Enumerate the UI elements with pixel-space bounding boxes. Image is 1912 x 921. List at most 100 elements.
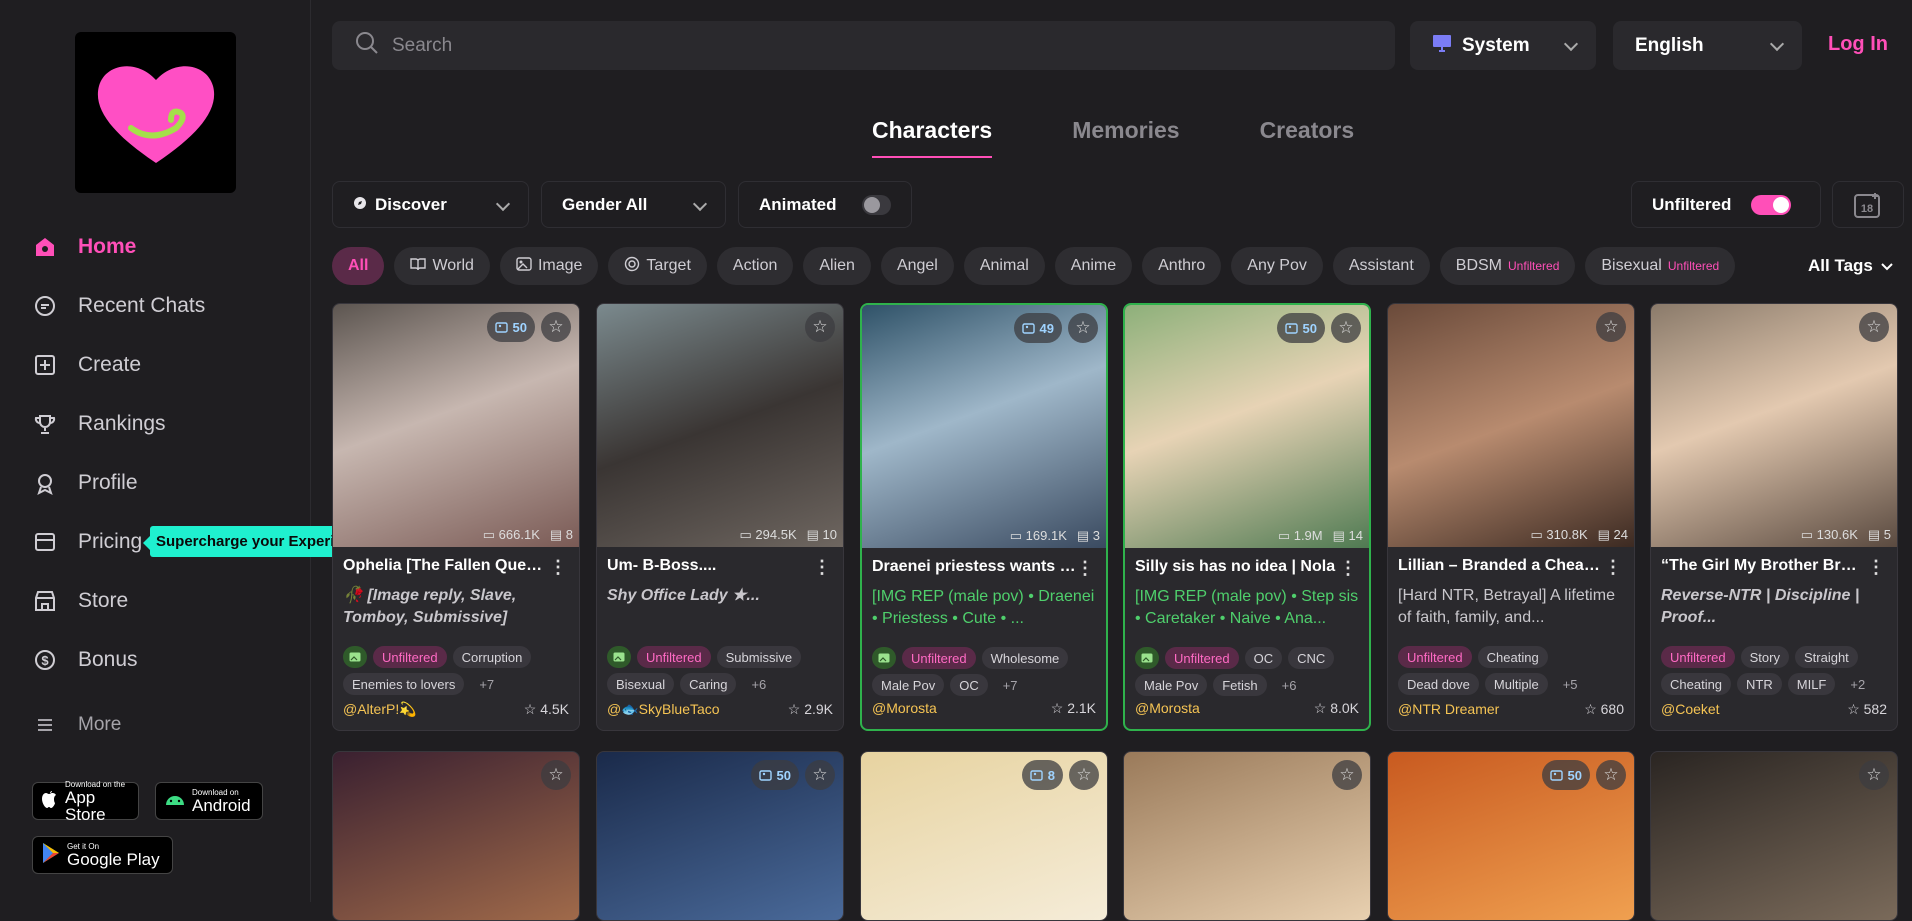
google-play-badge[interactable]: Get it On Google Play bbox=[32, 836, 173, 874]
chip-anime[interactable]: Anime bbox=[1054, 247, 1133, 285]
character-title[interactable]: “The Girl My Brother Brought Home” bbox=[1661, 557, 1866, 575]
nav-bonus[interactable]: $ Bonus bbox=[32, 647, 138, 673]
character-card[interactable]: ☆ bbox=[1650, 751, 1898, 921]
nav-rankings[interactable]: Rankings bbox=[32, 411, 166, 437]
tag-chip[interactable]: Male Pov bbox=[1135, 674, 1208, 696]
tag-chip[interactable]: MILF bbox=[1787, 673, 1836, 695]
more-options-icon[interactable]: ⋮ bbox=[1604, 557, 1622, 578]
character-card[interactable]: 50 ☆ ▭ 666.1K ▤ 8 Ophelia [The Fallen Qu… bbox=[332, 303, 580, 731]
character-title[interactable]: Ophelia [The Fallen Queen] bbox=[343, 557, 548, 575]
tag-chip[interactable]: +7 bbox=[994, 674, 1027, 696]
chip-anthro[interactable]: Anthro bbox=[1142, 247, 1222, 285]
creator-link[interactable]: @Morosta bbox=[1135, 700, 1200, 717]
tag-chip[interactable]: Dead dove bbox=[1398, 673, 1479, 695]
all-tags-button[interactable]: All Tags bbox=[1808, 256, 1893, 276]
tag-chip[interactable]: Male Pov bbox=[872, 674, 945, 696]
tag-chip[interactable]: NTR bbox=[1737, 673, 1782, 695]
favorite-star-icon[interactable]: ☆ bbox=[541, 312, 571, 342]
more-options-icon[interactable]: ⋮ bbox=[813, 557, 831, 578]
tag-chip[interactable]: Multiple bbox=[1484, 673, 1548, 695]
android-badge[interactable]: Download on Android bbox=[155, 782, 263, 820]
chip-assistant[interactable]: Assistant bbox=[1332, 247, 1430, 285]
tag-chip[interactable]: OC bbox=[950, 674, 988, 696]
character-image[interactable]: ☆ ▭ 294.5K ▤ 10 bbox=[597, 304, 843, 547]
chip-bisexual[interactable]: Bisexual Unfiltered bbox=[1585, 247, 1736, 285]
character-title[interactable]: Um- B-Boss.... bbox=[607, 557, 812, 575]
tag-chip[interactable]: +2 bbox=[1841, 673, 1874, 695]
favorite-star-icon[interactable]: ☆ bbox=[805, 760, 835, 790]
chip-all[interactable]: All bbox=[332, 247, 385, 285]
more-options-icon[interactable]: ⋮ bbox=[1867, 557, 1885, 578]
app-logo[interactable] bbox=[75, 32, 236, 193]
character-card[interactable]: 50 ☆ bbox=[1387, 751, 1635, 921]
gender-select[interactable]: Gender All bbox=[541, 181, 726, 228]
tag-chip[interactable]: Unfiltered bbox=[902, 647, 976, 669]
character-card[interactable]: 50 ☆ bbox=[596, 751, 844, 921]
nav-recent-chats[interactable]: Recent Chats bbox=[32, 293, 205, 319]
tag-chip[interactable]: CNC bbox=[1288, 647, 1335, 669]
tag-chip[interactable]: Unfiltered bbox=[373, 646, 447, 668]
nav-home[interactable]: Home bbox=[32, 234, 136, 260]
tab-creators[interactable]: Creators bbox=[1260, 117, 1355, 158]
chip-animal[interactable]: Animal bbox=[963, 247, 1045, 285]
search-bar[interactable] bbox=[332, 21, 1395, 70]
tag-chip[interactable]: Unfiltered bbox=[637, 646, 711, 668]
character-title[interactable]: Silly sis has no idea | Nola bbox=[1135, 558, 1340, 576]
chip-angel[interactable]: Angel bbox=[880, 247, 954, 285]
chip-any-pov[interactable]: Any Pov bbox=[1231, 247, 1323, 285]
chip-target[interactable]: Target bbox=[608, 247, 707, 285]
character-card[interactable]: ☆ bbox=[332, 751, 580, 921]
tag-chip[interactable]: OC bbox=[1244, 647, 1283, 669]
tag-chip[interactable]: Unfiltered bbox=[1165, 647, 1239, 669]
nav-store[interactable]: Store bbox=[32, 588, 128, 614]
tag-chip[interactable]: Enemies to lovers bbox=[343, 673, 465, 695]
favorite-star-icon[interactable]: ☆ bbox=[1596, 312, 1626, 342]
tag-chip[interactable]: +6 bbox=[742, 673, 775, 695]
creator-link[interactable]: @NTR Dreamer bbox=[1398, 701, 1499, 718]
character-card[interactable]: ☆ ▭ 294.5K ▤ 10 Um- B-Boss.... ⋮ Shy Off… bbox=[596, 303, 844, 731]
character-card[interactable]: 50 ☆ ▭ 1.9M ▤ 14 Silly sis has no idea |… bbox=[1123, 303, 1371, 731]
chip-alien[interactable]: Alien bbox=[803, 247, 871, 285]
favorite-star-icon[interactable]: ☆ bbox=[1069, 760, 1099, 790]
unfiltered-toggle[interactable] bbox=[1751, 194, 1792, 215]
character-image[interactable]: 50 ☆ ▭ 666.1K ▤ 8 bbox=[333, 304, 579, 547]
more-options-icon[interactable]: ⋮ bbox=[1339, 558, 1357, 579]
tag-chip[interactable]: Submissive bbox=[716, 646, 802, 668]
creator-link[interactable]: @AlterP!💫 bbox=[343, 701, 417, 718]
more-options-icon[interactable]: ⋮ bbox=[549, 557, 567, 578]
animated-toggle[interactable] bbox=[862, 194, 891, 215]
tag-chip[interactable]: +6 bbox=[1273, 674, 1306, 696]
character-image[interactable]: 50 ☆ ▭ 1.9M ▤ 14 bbox=[1125, 305, 1369, 548]
tag-chip[interactable]: Straight bbox=[1794, 646, 1858, 668]
more-options-icon[interactable]: ⋮ bbox=[1076, 558, 1094, 579]
nav-pricing[interactable]: Pricing bbox=[32, 529, 142, 555]
creator-link[interactable]: @Coeket bbox=[1661, 701, 1720, 718]
chip-bdsm[interactable]: BDSM Unfiltered bbox=[1439, 247, 1576, 285]
character-card[interactable]: ☆ bbox=[1123, 751, 1371, 921]
nav-profile[interactable]: Profile bbox=[32, 470, 138, 496]
tab-characters[interactable]: Characters bbox=[872, 117, 993, 158]
favorite-star-icon[interactable]: ☆ bbox=[1332, 760, 1362, 790]
language-select[interactable]: English bbox=[1613, 21, 1802, 70]
login-button[interactable]: Log In bbox=[1828, 33, 1888, 56]
tag-chip[interactable]: Cheating bbox=[1477, 646, 1548, 668]
discover-select[interactable]: Discover bbox=[332, 181, 529, 228]
tag-chip[interactable]: +7 bbox=[470, 673, 503, 695]
tab-memories[interactable]: Memories bbox=[1072, 117, 1179, 158]
character-image[interactable]: ☆ ▭ 310.8K ▤ 24 bbox=[1388, 304, 1634, 547]
tag-chip[interactable]: Bisexual bbox=[607, 673, 675, 695]
nav-create[interactable]: Create bbox=[32, 352, 141, 378]
age-18-icon[interactable]: 18 bbox=[1832, 181, 1904, 228]
tag-chip[interactable]: Story bbox=[1740, 646, 1789, 668]
tag-chip[interactable]: +5 bbox=[1554, 673, 1587, 695]
character-card[interactable]: ☆ ▭ 130.6K ▤ 5 “The Girl My Brother Brou… bbox=[1650, 303, 1898, 731]
character-card[interactable]: 49 ☆ ▭ 169.1K ▤ 3 Draenei priestess want… bbox=[860, 303, 1108, 731]
tag-chip[interactable]: Cheating bbox=[1661, 673, 1732, 695]
chip-world[interactable]: World bbox=[394, 247, 490, 285]
favorite-star-icon[interactable]: ☆ bbox=[1859, 760, 1889, 790]
tag-chip[interactable]: Wholesome bbox=[981, 647, 1069, 669]
theme-select[interactable]: System bbox=[1410, 21, 1596, 70]
favorite-star-icon[interactable]: ☆ bbox=[1596, 760, 1626, 790]
tag-chip[interactable]: Unfiltered bbox=[1661, 646, 1735, 668]
chip-image[interactable]: Image bbox=[499, 247, 599, 285]
